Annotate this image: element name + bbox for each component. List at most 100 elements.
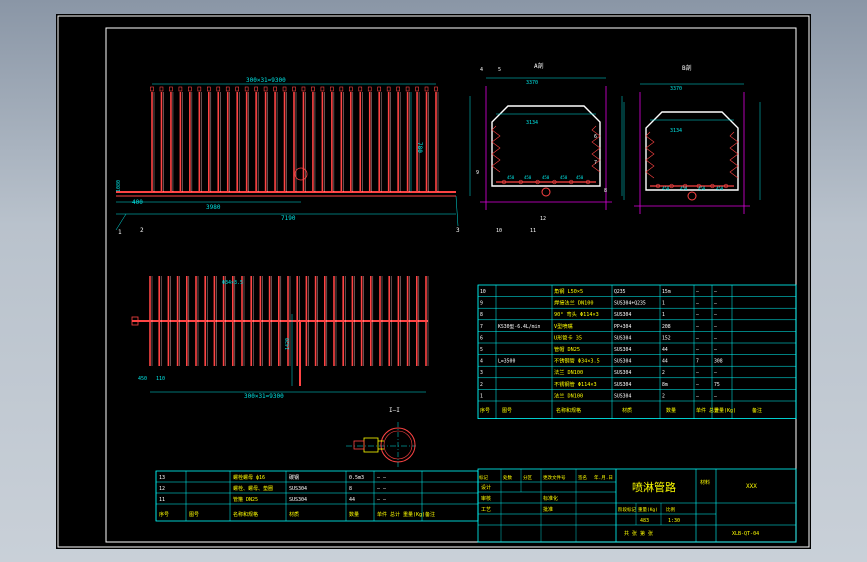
tb-row-4: 批准 bbox=[543, 506, 553, 513]
section-a-title: A剖 bbox=[534, 62, 544, 70]
table-cell: 碳钢 bbox=[289, 474, 299, 481]
top-dim-mid: 3980 bbox=[206, 204, 221, 211]
nozzle bbox=[358, 86, 363, 92]
table-cell: 2 bbox=[480, 382, 483, 388]
section-b-dim-1: 3134 bbox=[670, 128, 682, 134]
tb-col-3: 更改文件号 bbox=[543, 474, 566, 481]
nozzle bbox=[311, 86, 315, 92]
nozzle bbox=[386, 86, 391, 92]
table-row: 1 法兰 DN100 SUS304 2 — — bbox=[480, 391, 717, 399]
callout-1: 1 bbox=[118, 229, 122, 236]
table-cell: 7 bbox=[480, 324, 483, 330]
table-header-cell: 数量 bbox=[349, 511, 359, 518]
table-cell: — bbox=[714, 290, 717, 295]
spray-zigzag bbox=[729, 131, 739, 179]
table-cell: 9 bbox=[480, 301, 483, 307]
tb-col-1: 处数 bbox=[503, 474, 512, 481]
table-cell: 6 bbox=[480, 335, 483, 341]
table-cell: L=3500 bbox=[498, 359, 515, 365]
leader-1 bbox=[115, 213, 127, 231]
table-cell: — — bbox=[377, 497, 387, 503]
section-a-callout-10: 10 bbox=[496, 228, 502, 234]
table-cell: 螺栓螺母 ф16 bbox=[233, 474, 265, 481]
front-dim-small: 110 bbox=[156, 376, 165, 382]
table-cell: 法兰 DN100 bbox=[554, 368, 583, 376]
table-cell: PP+304 bbox=[614, 324, 631, 330]
drawing-sheet: 300×31=9300 400 3980 7190 780 1080 1 2 3… bbox=[56, 14, 811, 549]
nozzle bbox=[320, 86, 325, 92]
nozzle bbox=[150, 86, 154, 92]
spray-zigzag bbox=[645, 131, 655, 179]
table-cell: 不锈钢管 Φ114×3 bbox=[554, 380, 597, 388]
table-cell: SUS304 bbox=[289, 486, 307, 492]
nozzle bbox=[225, 86, 230, 92]
front-view bbox=[131, 276, 429, 393]
main-pipe-section bbox=[687, 191, 697, 201]
table-header-cell: 备注 bbox=[752, 407, 762, 414]
section-a-callout-7: 7 bbox=[594, 160, 597, 166]
section-a-callout-5: 5 bbox=[498, 67, 501, 73]
tb-row-3: 标准化 bbox=[543, 495, 558, 502]
detail-label: I—I bbox=[389, 407, 400, 414]
nozzle bbox=[330, 86, 334, 92]
section-a-callout-9: 9 bbox=[476, 170, 479, 176]
section-a-callout-12: 12 bbox=[540, 216, 546, 222]
table-cell: SUS304 bbox=[614, 359, 631, 365]
table-cell: — bbox=[696, 371, 699, 376]
section-a-dim-2: 450 bbox=[507, 175, 515, 180]
section-b bbox=[623, 83, 761, 214]
callout-2: 2 bbox=[140, 227, 144, 234]
table-cell: SUS304 bbox=[614, 335, 631, 341]
table-cell: — bbox=[714, 313, 717, 318]
tb-sheet: 共 张 第 张 bbox=[624, 530, 653, 537]
section-a-dim-4: 450 bbox=[542, 175, 550, 180]
top-dim-left: 400 bbox=[132, 199, 143, 206]
table-header-cell: 数量 bbox=[666, 407, 676, 414]
table-cell: 10 bbox=[480, 289, 486, 295]
table-cell: — bbox=[714, 371, 717, 376]
table-cell: 8 bbox=[480, 312, 483, 318]
table-cell: U形管卡 35 bbox=[554, 333, 582, 341]
table-cell: 3 bbox=[480, 370, 483, 376]
table-cell: V型喷嘴 bbox=[554, 322, 573, 330]
table-row: 6 U形管卡 35 SUS304 152 — — bbox=[480, 333, 717, 341]
drawing-title: 喷淋管路 bbox=[632, 480, 676, 494]
table-cell: 44 bbox=[662, 347, 668, 353]
front-dim-overall: 300×31=9300 bbox=[244, 393, 284, 400]
nozzle bbox=[235, 86, 239, 92]
nozzle bbox=[415, 86, 419, 92]
table-cell: 1 bbox=[662, 301, 665, 307]
section-b-dim-4: 450 bbox=[698, 186, 706, 191]
table-cell: 15m bbox=[662, 289, 671, 295]
section-a-dim-3: 450 bbox=[524, 175, 532, 180]
table-cell: — bbox=[696, 325, 699, 330]
table-cell: — bbox=[714, 348, 717, 353]
table-cell: — bbox=[714, 336, 717, 341]
nozzle bbox=[301, 86, 306, 92]
table-cell: 法兰 DN100 bbox=[554, 391, 583, 399]
table-cell: 角钢 L50×5 bbox=[554, 287, 583, 295]
table-cell: 0.5m3 bbox=[349, 475, 364, 481]
section-a-callout-6: 6 bbox=[594, 134, 597, 140]
section-a-dim-1: 3134 bbox=[526, 120, 538, 126]
spray-zigzag bbox=[491, 125, 501, 173]
callout-3: 3 bbox=[456, 227, 460, 234]
section-a-dim-6: 450 bbox=[576, 175, 584, 180]
tb-scale: 1:30 bbox=[668, 518, 680, 524]
top-dim-overall: 300×31=9300 bbox=[246, 77, 286, 84]
table-header-cell: 序号 bbox=[480, 407, 490, 414]
tb-col-5: 年.月.日 bbox=[594, 474, 613, 481]
section-a-dim-5: 450 bbox=[560, 175, 568, 180]
table-cell: 308 bbox=[714, 359, 723, 365]
tb-weight: 483 bbox=[640, 518, 649, 524]
table-cell: — — bbox=[377, 486, 387, 492]
table-cell: — — bbox=[377, 475, 387, 481]
table-row: 12 螺栓、螺母、垫圈 SUS304 8 — — bbox=[159, 485, 387, 492]
table-row: 7 KS30型-6.4L/min V型喷嘴 PP+304 208 — — bbox=[480, 322, 717, 330]
table-cell: — bbox=[696, 336, 699, 341]
top-view bbox=[115, 83, 459, 231]
table-cell: — bbox=[696, 302, 699, 307]
table-cell: 8 bbox=[349, 486, 352, 492]
tb-col-4: 签名 bbox=[578, 474, 587, 481]
table-cell: 11 bbox=[159, 497, 165, 503]
